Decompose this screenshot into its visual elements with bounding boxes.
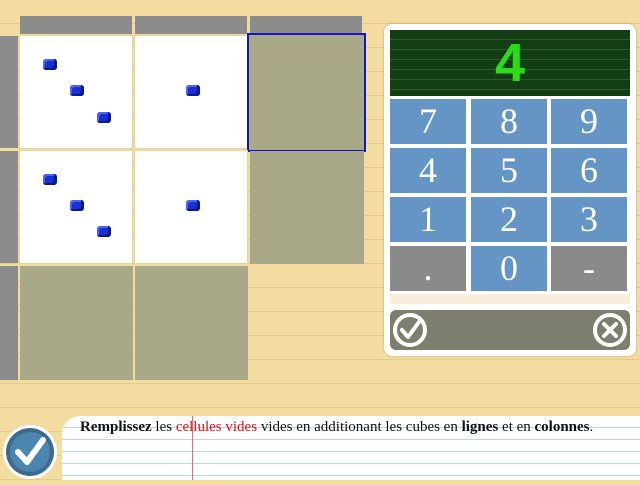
number-keypad: 4 7 8 9 4 5 6 1 2 3 . 0 - [384,24,636,356]
cube-cell-r1c1[interactable] [19,35,133,149]
key-2[interactable]: 2 [471,197,547,242]
empty-cell-r3c2[interactable] [135,266,248,380]
cube [97,112,111,123]
column-header-2 [135,16,247,34]
key-1[interactable]: 1 [390,197,466,242]
empty-cell-r1c3[interactable] [247,33,366,152]
key-3[interactable]: 3 [551,197,627,242]
cube [186,85,200,96]
instruction-bold-word: Remplissez [80,419,152,435]
instruction-segment: vides en additionant les cubes en [257,419,462,435]
cube-cell-r2c1[interactable] [19,150,133,264]
display-value: 4 [494,33,526,93]
row-header-1 [0,36,18,148]
check-circle-icon [393,313,427,347]
instruction-highlight: cellules vides [175,419,258,435]
row-header-3 [0,266,18,380]
instruction-bold-colonnes: colonnes [534,419,590,435]
instruction-period: . [589,419,594,435]
cube [186,200,200,211]
row-header-2 [0,151,18,263]
keypad-divider [390,294,630,304]
key-0[interactable]: 0 [471,246,547,291]
keypad-action-bar [390,310,630,350]
cube [43,174,57,185]
validate-button[interactable] [0,420,60,480]
column-header-1 [20,16,132,34]
key-8[interactable]: 8 [471,99,547,144]
instruction-bold-lignes: lignes [461,419,499,435]
key-5[interactable]: 5 [471,148,547,193]
cube [70,85,84,96]
cube [43,59,57,70]
key-9[interactable]: 9 [551,99,627,144]
cube [97,226,111,237]
keypad-display: 4 [390,30,630,96]
instruction-segment: les [151,419,176,435]
column-header-3 [250,16,362,34]
check-circle-icon [3,425,57,479]
addition-grid [0,0,368,382]
instruction-segment: et en [498,419,535,435]
cube [70,200,84,211]
instruction-text: Remplissez les cellules vides vides en a… [80,418,636,436]
x-circle-icon [593,313,627,347]
empty-cell-r2c3[interactable] [250,151,364,264]
cube-cell-r2c2[interactable] [134,150,248,264]
key-decimal[interactable]: . [390,246,466,291]
key-4[interactable]: 4 [390,148,466,193]
confirm-button[interactable] [392,312,428,348]
key-6[interactable]: 6 [551,148,627,193]
empty-cell-r3c1[interactable] [20,266,133,380]
key-minus[interactable]: - [551,246,627,291]
clear-button[interactable] [592,312,628,348]
key-7[interactable]: 7 [390,99,466,144]
cube-cell-r1c2[interactable] [134,35,248,149]
